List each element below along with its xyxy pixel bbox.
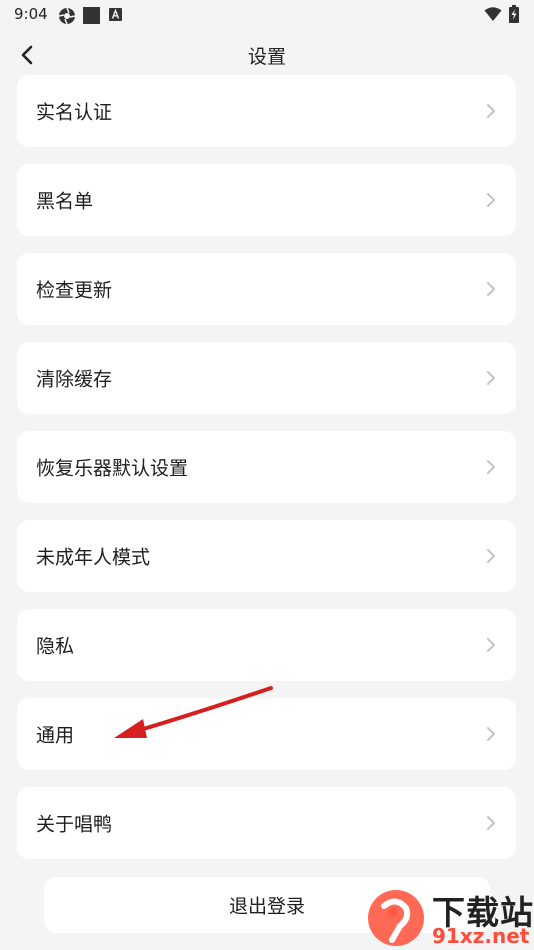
settings-item-general[interactable]: 通用 (17, 698, 516, 770)
header: 设置 (0, 30, 534, 80)
settings-item-label: 检查更新 (36, 279, 113, 302)
settings-item-label: 关于唱鸭 (36, 813, 113, 836)
settings-item-label: 未成年人模式 (36, 546, 151, 569)
settings-item-minor-mode[interactable]: 未成年人模式 (17, 520, 516, 592)
settings-item-label: 实名认证 (36, 101, 113, 124)
battery-charging-icon (509, 5, 519, 23)
chevron-right-icon (487, 193, 495, 207)
chevron-right-icon (487, 638, 495, 652)
chevron-right-icon (487, 549, 495, 563)
status-bar: 9:04 (0, 0, 534, 30)
chevron-right-icon (487, 816, 495, 830)
chevron-right-icon (487, 371, 495, 385)
settings-item-label: 通用 (36, 724, 75, 747)
aperture-icon (58, 7, 76, 25)
chevron-right-icon (487, 104, 495, 118)
settings-item-restore-instrument-defaults[interactable]: 恢复乐器默认设置 (17, 431, 516, 503)
settings-item-privacy[interactable]: 隐私 (17, 609, 516, 681)
page-title: 设置 (247, 46, 286, 68)
square-notification-icon (83, 7, 100, 24)
settings-item-real-name-verification[interactable]: 实名认证 (17, 75, 516, 147)
wifi-icon (484, 7, 502, 21)
chevron-right-icon (487, 282, 495, 296)
settings-item-blacklist[interactable]: 黑名单 (17, 164, 516, 236)
settings-item-about[interactable]: 关于唱鸭 (17, 787, 516, 859)
settings-item-label: 清除缓存 (36, 368, 113, 391)
app-a-notification-icon (109, 8, 122, 21)
chevron-right-icon (487, 727, 495, 741)
settings-item-check-update[interactable]: 检查更新 (17, 253, 516, 325)
settings-item-clear-cache[interactable]: 清除缓存 (17, 342, 516, 414)
status-time: 9:04 (14, 5, 48, 23)
watermark-url: 91xz.net (432, 924, 530, 948)
settings-item-label: 黑名单 (36, 190, 94, 213)
settings-item-label: 恢复乐器默认设置 (36, 457, 189, 480)
settings-item-label: 隐私 (36, 635, 75, 658)
chevron-right-icon (487, 460, 495, 474)
